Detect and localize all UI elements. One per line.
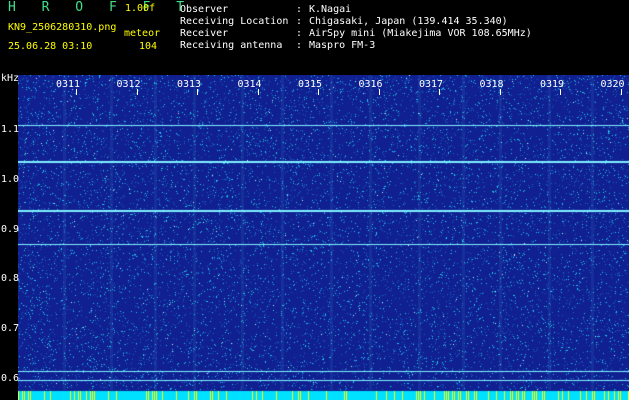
info-sep-observer: : [296, 4, 303, 15]
x-tick-mark [76, 89, 77, 95]
y-tick-label: 0.8 [1, 273, 20, 284]
file-name: KN9_2506280310.png [8, 22, 117, 33]
x-tick-mark [257, 89, 259, 95]
info-value-receiver: AirSpy mini (Miakejima VOR 108.65MHz) [309, 28, 532, 39]
y-tick-label: 1.0 [1, 174, 20, 185]
spectrogram-canvas [18, 75, 629, 400]
info-sep-location: : [296, 16, 303, 27]
info-sep-antenna: : [296, 40, 303, 51]
x-tick-mark [136, 89, 138, 95]
info-sep-receiver: : [296, 28, 303, 39]
detection-count: 104 [139, 41, 158, 52]
info-label-receiver: Receiver [180, 28, 229, 39]
y-tick-label: 0.9 [1, 224, 20, 235]
y-tick-label: 1.1 [1, 124, 20, 135]
x-tick-mark [378, 89, 380, 95]
info-value-antenna: Maspro FM-3 [309, 40, 376, 51]
x-tick-mark [439, 89, 440, 95]
x-tick-mark [499, 89, 501, 95]
info-label-antenna: Receiving antenna [180, 40, 283, 51]
app-version: 1.00f [125, 3, 156, 14]
x-tick-mark [318, 89, 319, 95]
x-tick-mark [197, 89, 198, 95]
x-tick-mark [620, 89, 622, 95]
info-value-location: Chigasaki, Japan (139.414 35.340) [309, 16, 508, 27]
info-label-location: Receiving Location [180, 16, 289, 27]
x-tick-mark [560, 89, 561, 95]
mode-label: meteor [124, 28, 161, 39]
app-brand: H R O F F T [8, 0, 194, 15]
waterfall-plot: kHz 1.1 1.0 0.9 0.8 0.7 0.6 0311 0312 0313 0314 031… [0, 73, 629, 400]
header-panel: H R O F F T 1.00f KN9_2506280310.png 25.… [0, 0, 629, 75]
capture-datetime: 25.06.28 03:10 [8, 41, 93, 52]
y-tick-label: 0.6 [1, 373, 20, 384]
info-value-observer: K.Nagai [309, 4, 352, 15]
info-label-observer: Observer [180, 4, 229, 15]
y-tick-label: 0.7 [1, 323, 20, 334]
y-axis-unit: kHz [1, 73, 20, 84]
